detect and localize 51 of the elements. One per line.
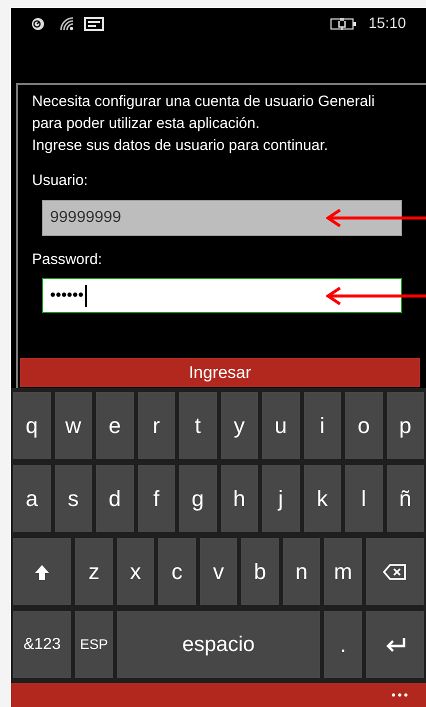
keyboard-key[interactable]: w: [54, 392, 92, 459]
clock-time: 15:10: [368, 14, 406, 34]
field-label: Password:: [32, 250, 104, 270]
keyboard-key[interactable]: y: [220, 392, 258, 459]
keyboard-key[interactable]: k: [304, 465, 341, 532]
instruction-text: Necesita configurar una cuenta de usuario Generali para poder utilizar esta aplicación.: [32, 92, 376, 134]
keyboard-key[interactable]: g: [179, 465, 216, 532]
keyboard-key[interactable]: n: [282, 538, 320, 605]
keyboard-key[interactable]: a: [13, 465, 50, 532]
keyboard-key[interactable]: p: [386, 392, 424, 459]
wifi-icon: [60, 17, 76, 31]
keyboard-key[interactable]: x: [116, 538, 154, 605]
keyboard-key[interactable]: i: [304, 392, 341, 459]
login-button[interactable]: Ingresar: [20, 358, 420, 387]
enter-icon: [384, 636, 406, 653]
keyboard-key[interactable]: h: [220, 465, 258, 532]
keyboard-key[interactable]: u: [262, 392, 300, 459]
keyboard-key[interactable]: q: [13, 392, 50, 459]
keyboard-key[interactable]: s: [54, 465, 92, 532]
keyboard-key[interactable]: r: [138, 392, 175, 459]
field-label: Usuario:: [32, 171, 89, 191]
keyboard-key[interactable]: [13, 538, 72, 605]
keyboard-key[interactable]: d: [96, 465, 134, 532]
keyboard-key[interactable]: [366, 611, 424, 678]
keyboard-key[interactable]: z: [75, 538, 113, 605]
keyboard-key[interactable]: c: [158, 538, 196, 605]
keyboard-key[interactable]: e: [96, 392, 134, 459]
keyboard-key[interactable]: l: [345, 465, 382, 532]
keyboard-key[interactable]: .: [324, 611, 362, 678]
keyboard-key[interactable]: [366, 538, 424, 605]
battery-charging-icon: [330, 18, 358, 30]
keyboard-key[interactable]: &123: [13, 611, 72, 678]
keyboard-key[interactable]: espacio: [116, 611, 320, 678]
keyboard-key[interactable]: v: [200, 538, 238, 605]
keyboard-key[interactable]: b: [241, 538, 279, 605]
keyboard-key[interactable]: o: [345, 392, 382, 459]
keyboard-key[interactable]: j: [262, 465, 300, 532]
keyboard-key[interactable]: ñ: [386, 465, 424, 532]
sync-icon: [31, 17, 45, 31]
input-field[interactable]: 99999999: [42, 200, 402, 236]
keyboard-key[interactable]: t: [179, 392, 216, 459]
more-button[interactable]: •••: [391, 689, 410, 701]
text-cursor: [84, 284, 87, 306]
backspace-icon: [383, 562, 406, 580]
shift-icon: [33, 562, 52, 580]
keyboard-key[interactable]: m: [324, 538, 362, 605]
keyboard-key[interactable]: ESP: [75, 611, 113, 678]
keyboard-key[interactable]: f: [138, 465, 175, 532]
message-icon: [84, 17, 104, 31]
instruction-text: Ingrese sus datos de usuario para continuar.: [32, 136, 330, 156]
input-field[interactable]: ••••••: [42, 278, 402, 313]
